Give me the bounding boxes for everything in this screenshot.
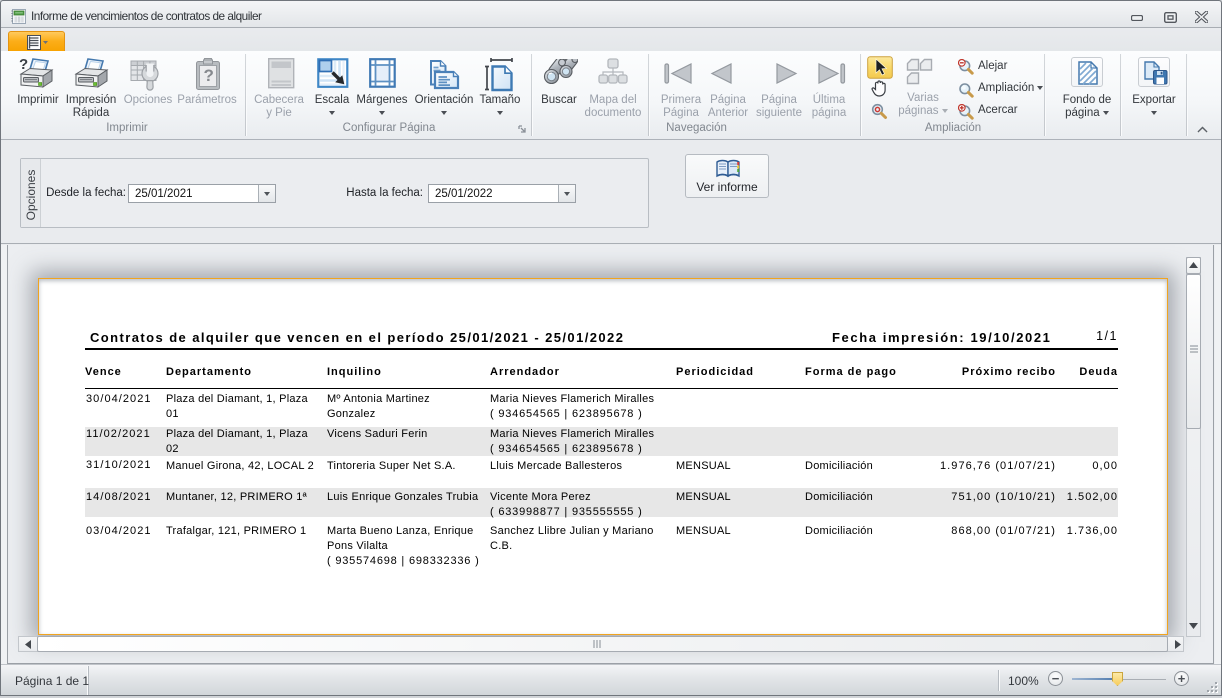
svg-text:?: ?: [204, 66, 214, 85]
